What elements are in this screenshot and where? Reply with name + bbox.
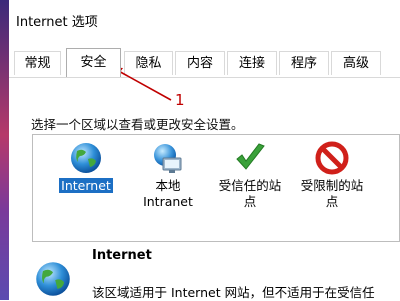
internet-zone-globe-icon — [36, 262, 70, 296]
zone-trusted-label: 受信任的站 点 — [218, 178, 282, 209]
desktop-background-edge — [0, 0, 9, 300]
zone-intranet-label: 本地 Intranet — [143, 178, 193, 209]
window-title: Internet 选项 — [16, 15, 98, 30]
tab-connections-label: 连接 — [238, 56, 265, 71]
tab-programs[interactable]: 程序 — [279, 51, 329, 75]
globe-icon — [71, 143, 101, 173]
zone-detail-description: 该区域适用于 Internet 网站，但不适用于在受信任 — [92, 285, 375, 300]
zone-trusted-sites[interactable]: 受信任的站 点 — [205, 141, 295, 210]
tab-content[interactable]: 内容 — [175, 51, 225, 75]
zone-list: Internet 本地 Intranet 受信任的站 点 受限制的站 点 — [32, 134, 400, 242]
tab-content-label: 内容 — [186, 56, 213, 71]
tab-advanced-label: 高级 — [342, 56, 369, 71]
title-bar[interactable]: Internet 选项 — [9, 0, 400, 38]
zone-internet-label: Internet — [59, 178, 113, 193]
prohibited-icon — [315, 141, 349, 175]
intranet-icon — [154, 144, 182, 173]
tab-security-label: 安全 — [80, 55, 107, 70]
tab-strip: 常规 安全 隐私 内容 连接 程序 高级 — [9, 48, 400, 77]
tab-programs-label: 程序 — [290, 56, 317, 71]
zone-restricted-label: 受限制的站 点 — [300, 178, 364, 209]
tab-general-label: 常规 — [24, 56, 51, 71]
checkmark-icon — [236, 143, 265, 170]
tab-security[interactable]: 安全 — [66, 48, 121, 77]
zone-instruction: 选择一个区域以查看或更改安全设置。 — [31, 117, 244, 132]
annotation-number: 1 — [175, 91, 185, 109]
tab-connections[interactable]: 连接 — [227, 51, 277, 75]
tab-advanced[interactable]: 高级 — [331, 51, 381, 75]
zone-internet[interactable]: Internet — [41, 141, 131, 194]
zone-detail-title: Internet — [92, 248, 152, 263]
tab-general[interactable]: 常规 — [14, 51, 61, 75]
zone-restricted-sites[interactable]: 受限制的站 点 — [287, 141, 377, 210]
internet-options-dialog: Internet 选项 常规 安全 隐私 内容 连接 程序 高级 1 选择一个区… — [9, 0, 400, 300]
zone-local-intranet[interactable]: 本地 Intranet — [123, 141, 213, 210]
tab-divider — [9, 77, 400, 78]
